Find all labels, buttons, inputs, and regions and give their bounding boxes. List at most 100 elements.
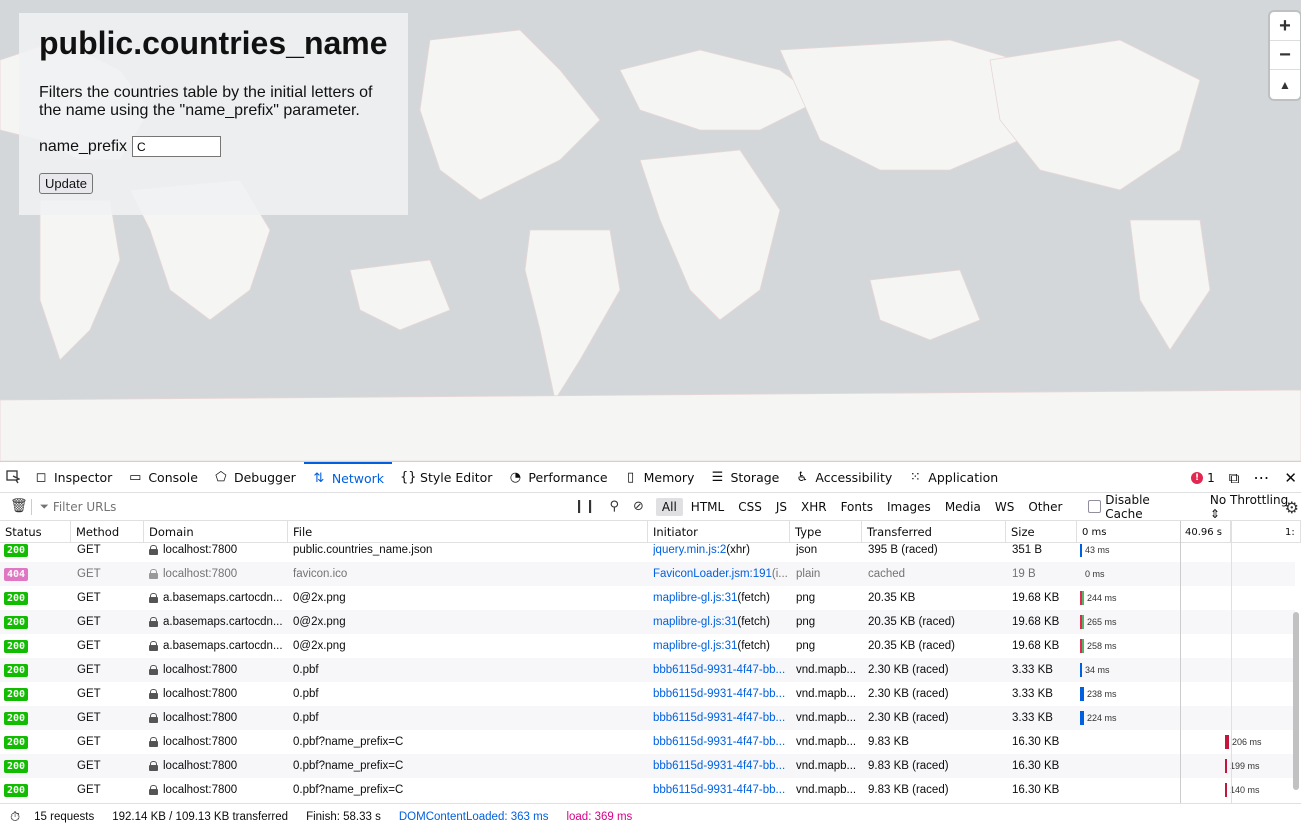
type-cell: png [796,616,816,628]
domain-cell: localhost:7800 [163,544,238,556]
table-row[interactable]: 404 GET localhost:7800 favicon.ico FaviconLo… [0,562,1295,586]
column-header[interactable]: Status [0,521,71,543]
disable-cache-checkbox[interactable]: Disable Cache [1088,493,1189,521]
filter-html[interactable]: HTML [685,498,730,516]
initiator-link[interactable]: bbb6115d-9931-4f47-bb... [653,784,785,796]
zoom-in-button[interactable]: + [1270,12,1300,41]
column-header[interactable]: Domain [144,521,288,543]
name-prefix-input[interactable] [132,136,222,157]
domain-cell: localhost:7800 [163,784,238,796]
column-header[interactable]: Method [71,521,144,543]
initiator-link[interactable]: FaviconLoader.jsm:191 [653,568,772,580]
column-header[interactable]: Size [1006,521,1077,543]
funnel-icon: ⏷ [40,499,49,513]
filter-other[interactable]: Other [1022,498,1068,516]
block-icon[interactable]: ⊘ [633,499,644,514]
request-count: 15 requests [34,811,95,823]
table-row[interactable]: 200 GET localhost:7800 0.pbf?name_prefix=C b… [0,730,1295,754]
tab-inspector[interactable]: ◻ Inspector [26,462,120,493]
column-header[interactable]: 1: [1280,521,1301,543]
tab-style-editor[interactable]: {} Style Editor [392,462,500,493]
initiator-link[interactable]: maplibre-gl.js:31 [653,592,737,604]
waterfall-bar: 43 ms [1080,544,1110,562]
error-indicator[interactable]: ! 1 [1191,471,1215,485]
initiator-link[interactable]: bbb6115d-9931-4f47-bb... [653,688,785,700]
tab-debugger[interactable]: ⬠ Debugger [206,462,304,493]
table-row[interactable]: 200 GET localhost:7800 0.pbf bbb6115d-9931-4… [0,658,1295,682]
filter-all[interactable]: All [655,497,683,516]
column-header[interactable]: File [288,521,648,543]
close-icon[interactable]: ✕ [1284,469,1297,487]
file-cell: 0.pbf [293,664,319,676]
type-cell: png [796,640,816,652]
domain-cell: localhost:7800 [163,688,238,700]
initiator-link[interactable]: maplibre-gl.js:31 [653,616,737,628]
type-cell: vnd.mapb... [796,688,857,700]
tab-storage[interactable]: ☰ Storage [702,462,787,493]
timing-bar [1225,735,1229,749]
lock-icon [149,641,158,651]
element-picker-icon[interactable] [0,462,26,493]
more-options-icon[interactable]: ⋯ [1253,468,1270,487]
tab-accessibility[interactable]: ♿ Accessibility [787,462,900,493]
transferred-cell: 395 B (raced) [868,544,938,556]
table-row[interactable]: 200 GET localhost:7800 0.pbf bbb6115d-9931-4… [0,706,1295,730]
table-row[interactable]: 200 GET localhost:7800 0.pbf?name_prefix=C b… [0,778,1295,802]
tab-network[interactable]: ⇅ Network [303,461,393,493]
table-row[interactable]: 200 GET a.basemaps.cartocdn... 0@2x.png mapl… [0,610,1295,634]
gear-icon[interactable]: ⚙ [1285,498,1299,517]
type-cell: png [796,592,816,604]
filter-urls-input[interactable]: ⏷ Filter URLs [10,500,564,514]
initiator-link[interactable]: bbb6115d-9931-4f47-bb... [653,736,785,748]
transferred-cell: 20.35 KB [868,592,916,604]
finish-time: Finish: 58.33 s [306,811,381,823]
status-badge: 200 [4,615,29,629]
compass-button[interactable]: ▲ [1270,70,1300,99]
table-row[interactable]: 200 GET localhost:7800 0.pbf?name_prefix=C b… [0,754,1295,778]
tab-application[interactable]: ⁙ Application [900,462,1006,493]
table-row[interactable]: 200 GET a.basemaps.cartocdn... 0@2x.png mapl… [0,586,1295,610]
column-header[interactable]: 0 ms [1077,521,1180,543]
map-canvas[interactable]: public.countries_name Filters the countr… [0,0,1301,461]
zoom-out-button[interactable]: − [1270,41,1300,70]
search-icon[interactable]: ⚲ [609,499,619,514]
scrollbar[interactable] [1293,612,1299,790]
filter-js[interactable]: JS [770,498,793,516]
network-icon: ⇅ [313,470,325,486]
dock-icon[interactable]: ⧉ [1229,469,1240,487]
tab-memory[interactable]: ▯ Memory [616,462,703,493]
error-icon: ! [1191,471,1204,484]
update-button[interactable]: Update [39,173,93,194]
table-row[interactable]: 200 GET localhost:7800 public.countries_nam… [0,544,1295,562]
pause-icon[interactable]: ❙❙ [574,499,596,514]
tab-console[interactable]: ▭ Console [120,462,206,493]
filter-xhr[interactable]: XHR [795,498,833,516]
initiator-link[interactable]: bbb6115d-9931-4f47-bb... [653,664,785,676]
param-label: name_prefix [39,137,128,155]
lock-icon [149,761,158,771]
tab-performance[interactable]: ◔ Performance [500,462,615,493]
filter-images[interactable]: Images [881,498,937,516]
file-cell: 0.pbf?name_prefix=C [293,760,404,772]
style-editor-icon: {} [400,469,417,485]
initiator-link[interactable]: bbb6115d-9931-4f47-bb... [653,760,785,772]
transferred-cell: 9.83 KB (raced) [868,784,949,796]
table-row[interactable]: 200 GET localhost:7800 0.pbf bbb6115d-9931-4… [0,682,1295,706]
initiator-link[interactable]: maplibre-gl.js:31 [653,640,737,652]
column-header[interactable]: Transferred [862,521,1006,543]
table-row[interactable]: 200 GET a.basemaps.cartocdn... 0@2x.png mapl… [0,634,1295,658]
filter-css[interactable]: CSS [732,498,768,516]
method-cell: GET [77,616,101,628]
filter-media[interactable]: Media [939,498,987,516]
method-cell: GET [77,544,101,556]
initiator-link[interactable]: bbb6115d-9931-4f47-bb... [653,712,785,724]
column-header[interactable]: Initiator [648,521,790,543]
filter-ws[interactable]: WS [989,498,1020,516]
method-cell: GET [77,760,101,772]
lock-icon [149,593,158,603]
filter-fonts[interactable]: Fonts [835,498,879,516]
column-header[interactable]: Type [790,521,862,543]
column-header[interactable]: 40.96 s [1180,521,1231,543]
memory-icon: ▯ [627,469,635,485]
initiator-link[interactable]: jquery.min.js:2 [653,544,726,556]
